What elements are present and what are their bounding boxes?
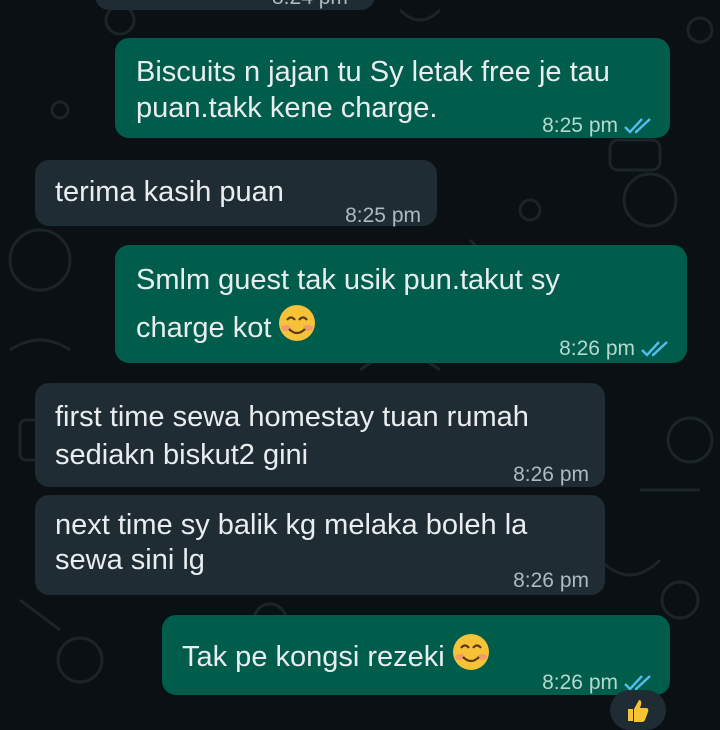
message-text-line: sewa sini lg <box>55 544 205 576</box>
incoming-message[interactable]: terima kasih puan 8:25 pm <box>35 160 437 227</box>
double-check-icon <box>624 118 651 134</box>
message-meta: 8:25 pm <box>542 106 654 146</box>
double-check-icon <box>641 341 668 357</box>
message-text-segment: Tak pe kongsi rezeki <box>182 641 445 673</box>
message-text-line: puan.takk kene charge. <box>136 92 438 124</box>
outgoing-message[interactable]: Tak pe kongsi rezeki 8:26 pm <box>162 615 670 695</box>
message-text-line: Tak pe kongsi rezeki <box>182 632 491 677</box>
message-reaction[interactable] <box>610 690 666 730</box>
message-meta: 8:26 pm <box>513 561 589 601</box>
message-time: 8:26 pm <box>513 569 589 592</box>
incoming-message[interactable]: next time sy balik kg melaka boleh la se… <box>35 495 605 595</box>
message-text-line: charge kot <box>136 303 317 348</box>
outgoing-message[interactable]: Biscuits n jajan tu Sy letak free je tau… <box>115 38 670 138</box>
message-time: 8:25 pm <box>542 114 618 137</box>
message-text-segment: charge kot <box>136 312 272 344</box>
smiling-face-with-smiling-eyes-icon <box>279 305 316 341</box>
thumbs-up-icon <box>628 700 649 722</box>
message-text-line: next time sy balik kg melaka boleh la <box>55 509 528 541</box>
message-meta: 8:25 pm <box>345 196 421 236</box>
message-time: 8:25 pm <box>345 204 421 227</box>
outgoing-message[interactable]: Smlm guest tak usik pun.takut sy charge … <box>115 245 687 363</box>
message-text-line: terima kasih puan <box>55 176 284 208</box>
message-time: 8:26 pm <box>513 463 589 486</box>
message-text-line: Smlm guest tak usik pun.takut sy <box>136 264 560 296</box>
message-time: 8:26 pm <box>559 337 635 360</box>
message-text-line: first time sewa homestay tuan rumah <box>55 401 529 433</box>
message-time: 8:24 pm <box>272 0 348 10</box>
message-meta: 8:26 pm <box>559 329 671 369</box>
message-text-line: sediakn biskut2 gini <box>55 439 309 471</box>
incoming-message[interactable]: first time sewa homestay tuan rumah sedi… <box>35 383 605 487</box>
message-text-line: Biscuits n jajan tu Sy letak free je tau <box>136 56 610 88</box>
smiling-face-icon <box>452 634 489 670</box>
message-meta: 8:26 pm <box>513 455 589 495</box>
message-time: 8:26 pm <box>542 671 618 694</box>
